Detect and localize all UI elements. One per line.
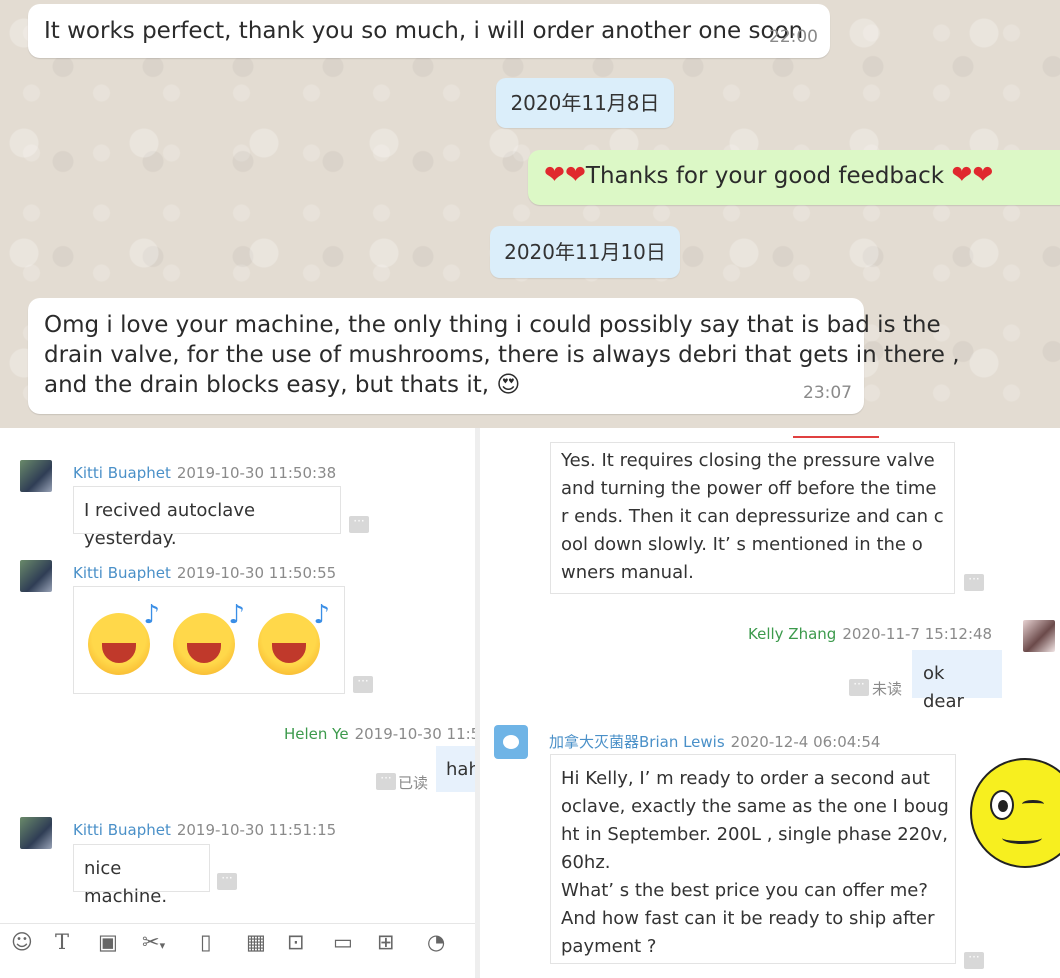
message-line: What’ s the best price you can offer me? — [561, 880, 928, 901]
more-options-icon[interactable]: ··· — [964, 951, 984, 969]
more-options-icon[interactable]: ··· — [353, 675, 373, 693]
message-line: payment ? — [561, 936, 657, 957]
message-timestamp: 2019-10-30 11:5 — [354, 725, 475, 743]
sender-name[interactable]: Kitti Buaphet — [73, 564, 171, 582]
smile-icon[interactable]: ☺ — [11, 930, 33, 954]
calendar-icon[interactable]: ▦ — [246, 930, 266, 954]
message-line: and the drain blocks easy, but thats it,… — [44, 372, 521, 398]
folder-icon[interactable]: ▭ — [333, 930, 353, 954]
text-icon[interactable]: T — [55, 930, 69, 954]
more-options-icon[interactable]: ··· — [376, 772, 396, 790]
date-separator: 2020年11月10日 — [490, 226, 680, 278]
image-icon[interactable]: ▣ — [98, 930, 118, 954]
message-bubble — [73, 586, 345, 694]
avatar[interactable] — [20, 817, 52, 849]
sender-line: Helen Ye 2019-10-30 11:5 — [284, 725, 475, 743]
sender-name[interactable]: 加拿大灭菌器Brian Lewis — [549, 733, 725, 751]
message-timestamp: 2019-10-30 11:51:15 — [176, 821, 337, 839]
message-text: I recived autoclave yesterday. — [84, 500, 256, 549]
message-bubble: Hi Kelly, I’ m ready to order a second a… — [550, 754, 956, 964]
sender-line: Kitti Buaphet 2019-10-30 11:50:55 — [73, 564, 336, 582]
message-timestamp: 2020-12-4 06:04:54 — [730, 733, 881, 751]
message-text: ok dear — [923, 663, 964, 712]
message-line: r ends. Then it can depressurize and can… — [561, 506, 944, 527]
input-toolbar: ☺ T ▣ ✂▾ ▯ ▦ ⊡ ▭ ⊞ ◔ — [0, 923, 475, 978]
message-line: Hi Kelly, I’ m ready to order a second a… — [561, 768, 930, 789]
read-status: 已读 — [398, 774, 429, 792]
top-edge-bar — [793, 436, 879, 438]
message-time: 22:00 — [769, 27, 818, 47]
scissors-icon[interactable]: ✂▾ — [142, 930, 165, 954]
message-bubble: Yes. It requires closing the pressure va… — [550, 442, 955, 594]
sender-line: 加拿大灭菌器Brian Lewis 2020-12-4 06:04:54 — [549, 731, 880, 752]
avatar[interactable] — [1023, 620, 1055, 652]
incoming-message: Omg i love your machine, the only thing … — [28, 298, 960, 414]
message-line: drain valve, for the use of mushrooms, t… — [44, 342, 960, 368]
sender-name[interactable]: Helen Ye — [284, 725, 349, 743]
more-options-icon[interactable]: ··· — [217, 872, 237, 890]
vibrate-icon[interactable]: ▯ — [200, 930, 212, 954]
message-line: And how fast can it be ready to ship aft… — [561, 908, 935, 929]
message-timestamp: 2019-10-30 11:50:38 — [176, 464, 337, 482]
heart-emoji: ❤❤ — [951, 160, 994, 189]
winking-thumbs-up-emoji — [970, 758, 1060, 868]
laughing-music-emoji — [88, 601, 160, 675]
avatar[interactable] — [20, 560, 52, 592]
right-chat-panel: Yes. It requires closing the pressure va… — [480, 428, 1060, 978]
message-line: oclave, exactly the same as the one I bo… — [561, 796, 949, 817]
sender-line: Kitti Buaphet 2019-10-30 11:50:38 — [73, 464, 336, 482]
sender-name[interactable]: Kelly Zhang — [748, 625, 836, 643]
sender-name[interactable]: Kitti Buaphet — [73, 464, 171, 482]
more-options-icon[interactable]: ··· — [964, 573, 984, 591]
message-line: 60hz. — [561, 852, 611, 873]
message-text: nice machine. — [84, 858, 168, 907]
message-time: 23:07 — [803, 383, 852, 403]
unread-status: 未读 — [872, 680, 903, 698]
message-line: ool down slowly. It’ s mentioned in the … — [561, 534, 923, 555]
message-line: Yes. It requires closing the pressure va… — [561, 450, 935, 471]
history-icon[interactable]: ◔ — [427, 930, 445, 954]
message-bubble: ok dear — [912, 650, 1002, 712]
laughing-music-emoji — [258, 601, 330, 675]
incoming-message: It works perfect, thank you so much, i w… — [28, 4, 830, 58]
avatar[interactable] — [20, 460, 52, 492]
heart-eyes-emoji: 😍 — [496, 372, 521, 398]
date-separator: 2020年11月8日 — [496, 78, 674, 128]
message-line: wners manual. — [561, 562, 694, 583]
message-text: It works perfect, thank you so much, i w… — [44, 18, 804, 44]
laughing-music-emoji — [173, 601, 245, 675]
outgoing-message: ❤❤Thanks for your good feedback ❤❤ — [528, 150, 1060, 205]
message-bubble: I recived autoclave yesterday. — [73, 486, 341, 549]
message-text: hah — [446, 759, 475, 780]
message-bubble: hah — [436, 746, 475, 792]
sender-line: Kitti Buaphet 2019-10-30 11:51:15 — [73, 821, 336, 839]
more-options-icon[interactable]: ··· — [849, 678, 869, 696]
apps-icon[interactable]: ⊞ — [377, 930, 395, 954]
avatar[interactable] — [494, 725, 528, 759]
more-options-icon[interactable]: ··· — [349, 515, 369, 533]
message-timestamp: 2019-10-30 11:50:55 — [176, 564, 337, 582]
message-timestamp: 2020-11-7 15:12:48 — [842, 625, 993, 643]
left-chat-panel: Kitti Buaphet 2019-10-30 11:50:38 I reciv… — [0, 428, 475, 978]
message-bubble: nice machine. — [73, 844, 210, 907]
message-text: Thanks for your good feedback — [585, 163, 945, 189]
message-line: Omg i love your machine, the only thing … — [44, 312, 941, 338]
message-line: ht in September. 200L , single phase 220… — [561, 824, 948, 845]
screenshot-icon[interactable]: ⊡ — [287, 930, 305, 954]
sender-name[interactable]: Kitti Buaphet — [73, 821, 171, 839]
whatsapp-chat-panel: It works perfect, thank you so much, i w… — [0, 0, 1060, 428]
message-line: and turning the power off before the tim… — [561, 478, 937, 499]
sender-line: Kelly Zhang 2020-11-7 15:12:48 — [748, 625, 992, 643]
heart-emoji: ❤❤ — [544, 160, 586, 189]
